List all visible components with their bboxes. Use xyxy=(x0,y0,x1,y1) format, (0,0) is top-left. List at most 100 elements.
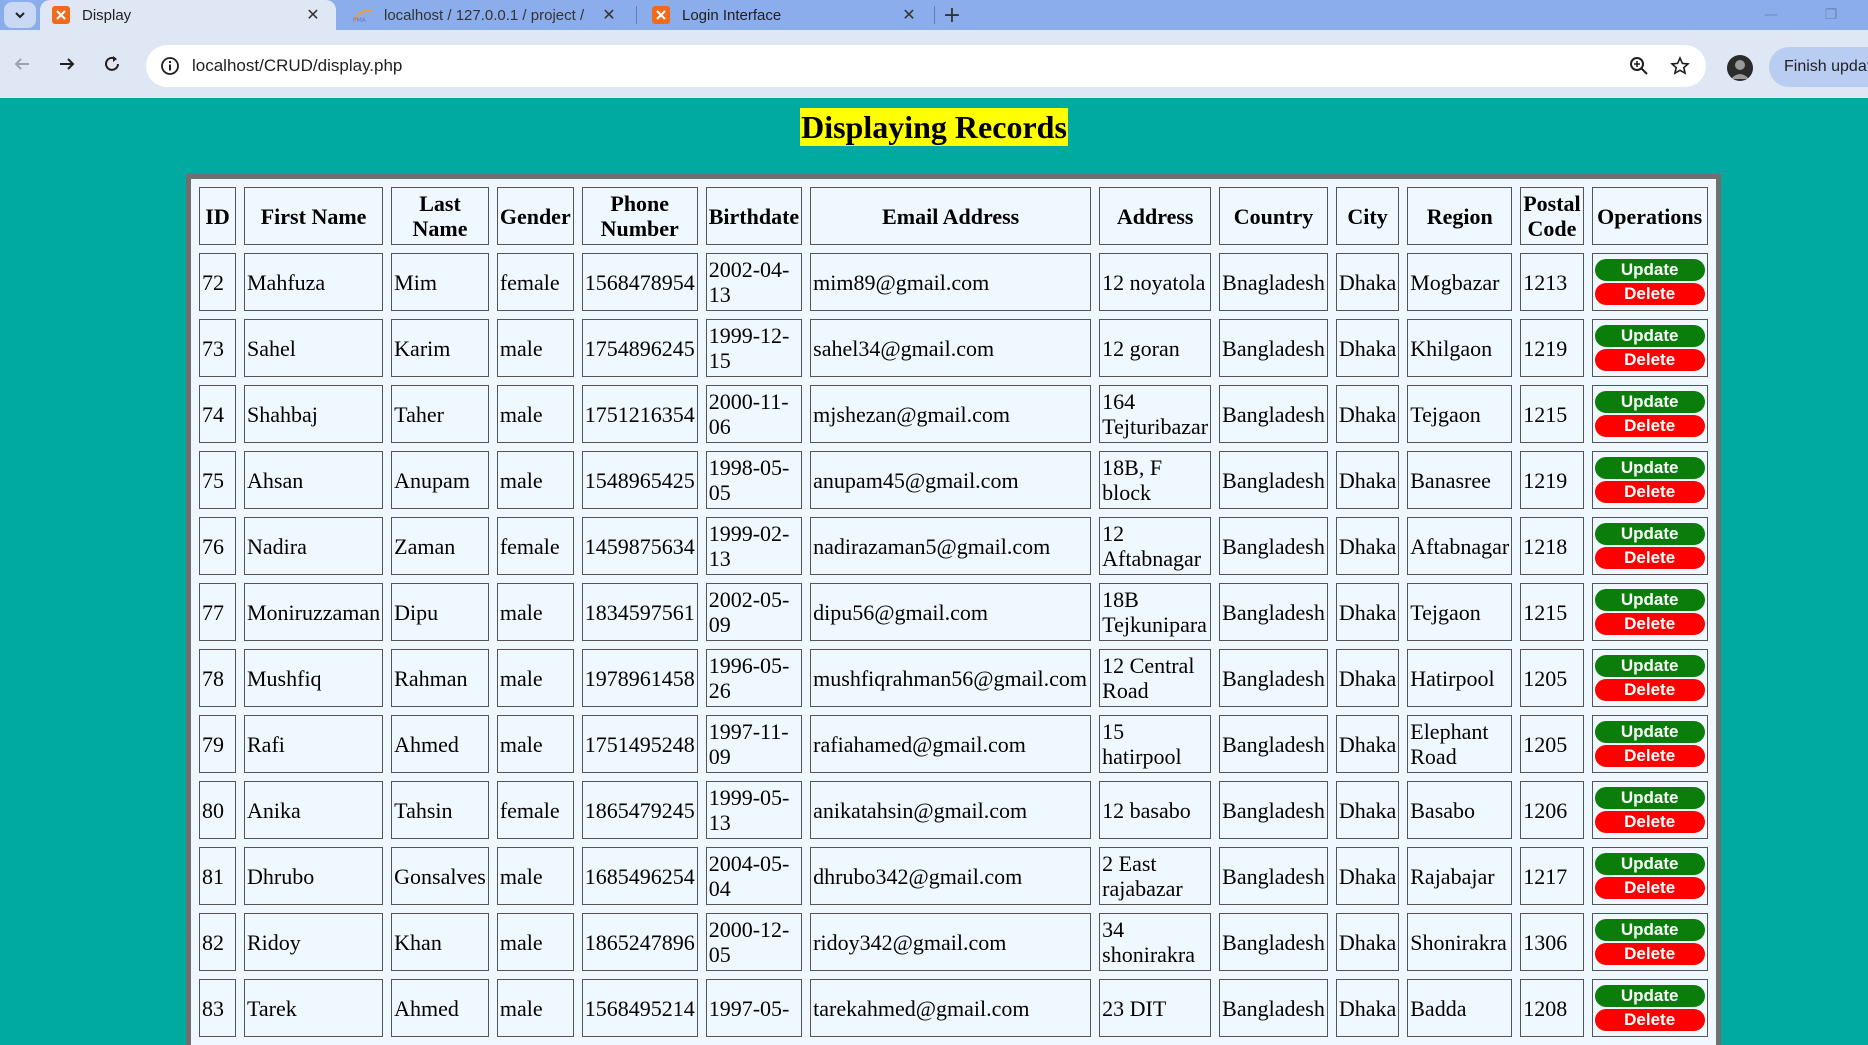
delete-button[interactable]: Delete xyxy=(1594,810,1705,833)
table-row: 82 Ridoy Khan male 1865247896 2000-12-05 ridoy… xyxy=(199,913,1708,971)
xampp-icon xyxy=(652,6,670,24)
update-button[interactable]: Update xyxy=(1594,720,1705,743)
delete-button[interactable]: Delete xyxy=(1594,678,1705,701)
cell-birthdate: 1999-02-13 xyxy=(705,517,803,575)
delete-button[interactable]: Delete xyxy=(1594,612,1705,635)
tab-display[interactable]: Display ✕ xyxy=(40,0,336,30)
cell-city: Dhaka xyxy=(1335,517,1400,575)
table-row: 80 Anika Tahsin female 1865479245 1999-05-13 a… xyxy=(199,781,1708,839)
update-button[interactable]: Update xyxy=(1594,786,1705,809)
delete-button[interactable]: Delete xyxy=(1594,876,1705,899)
url-text[interactable]: localhost/CRUD/display.php xyxy=(192,45,402,87)
update-button[interactable]: Update xyxy=(1594,522,1705,545)
update-button[interactable]: Update xyxy=(1594,654,1705,677)
cell-id: 80 xyxy=(199,781,236,839)
cell-city: Dhaka xyxy=(1335,913,1400,971)
column-header-id: ID xyxy=(199,187,236,245)
cell-phone: 1865479245 xyxy=(581,781,698,839)
cell-region: Badda xyxy=(1407,979,1513,1037)
column-header-country: Country xyxy=(1219,187,1328,245)
cell-gender: male xyxy=(496,385,574,443)
cell-gender: male xyxy=(496,451,574,509)
table-header-row: ID First Name Last Name Gender Phone Num… xyxy=(199,187,1708,245)
maximize-button[interactable]: ❐ xyxy=(1806,0,1856,30)
bookmark-star-icon[interactable] xyxy=(1669,55,1691,77)
tab-phpmyadmin[interactable]: PMA localhost / 127.0.0.1 / project / ✕ xyxy=(340,0,632,30)
phpmyadmin-icon: PMA xyxy=(352,6,374,24)
delete-button[interactable]: Delete xyxy=(1594,480,1705,503)
cell-region: Rajabajar xyxy=(1407,847,1513,905)
minimize-button[interactable]: — xyxy=(1746,0,1796,30)
table-row: 76 Nadira Zaman female 1459875634 1999-02-13 n… xyxy=(199,517,1708,575)
delete-button[interactable]: Delete xyxy=(1594,414,1705,437)
update-button[interactable]: Update xyxy=(1594,918,1705,941)
table-row: 83 Tarek Ahmed male 1568495214 1997-05- tareka… xyxy=(199,979,1708,1037)
tab-login-interface[interactable]: Login Interface ✕ xyxy=(640,0,932,30)
cell-operations: Update Delete xyxy=(1591,913,1708,971)
finish-update-button[interactable]: Finish update xyxy=(1769,47,1868,87)
tab-search-button[interactable] xyxy=(4,2,36,28)
delete-button[interactable]: Delete xyxy=(1594,744,1705,767)
cell-birthdate: 1997-11-09 xyxy=(705,715,803,773)
cell-id: 76 xyxy=(199,517,236,575)
cell-birthdate: 1998-05-05 xyxy=(705,451,803,509)
column-header-city: City xyxy=(1335,187,1400,245)
delete-button[interactable]: Delete xyxy=(1594,546,1705,569)
site-info-icon[interactable] xyxy=(160,56,180,76)
delete-button[interactable]: Delete xyxy=(1594,282,1705,305)
update-button[interactable]: Update xyxy=(1594,258,1705,281)
zoom-icon[interactable] xyxy=(1628,55,1650,77)
cell-country: Bangladesh xyxy=(1219,319,1328,377)
cell-address: 2 East rajabazar xyxy=(1099,847,1212,905)
reload-icon xyxy=(105,56,119,71)
cell-postal-code: 1219 xyxy=(1520,451,1584,509)
update-button[interactable]: Update xyxy=(1594,456,1705,479)
cell-operations: Update Delete xyxy=(1591,781,1708,839)
delete-button[interactable]: Delete xyxy=(1594,348,1705,371)
cell-address: 12 Aftabnagar xyxy=(1099,517,1212,575)
update-button[interactable]: Update xyxy=(1594,984,1705,1007)
close-icon[interactable]: ✕ xyxy=(900,6,918,24)
address-bar[interactable]: localhost/CRUD/display.php xyxy=(146,45,1706,87)
cell-gender: male xyxy=(496,583,574,641)
reload-button[interactable] xyxy=(99,51,125,77)
browser-chrome: Display ✕ PMA localhost / 127.0.0.1 / pr… xyxy=(0,0,1868,98)
cell-address: 18B Tejkunipara xyxy=(1099,583,1212,641)
cell-birthdate: 2000-12-05 xyxy=(705,913,803,971)
cell-birthdate: 1999-12-15 xyxy=(705,319,803,377)
arrow-right-icon xyxy=(60,58,75,70)
delete-button[interactable]: Delete xyxy=(1594,942,1705,965)
cell-first-name: Sahel xyxy=(244,319,384,377)
delete-button[interactable]: Delete xyxy=(1594,1008,1705,1031)
back-button[interactable] xyxy=(9,51,35,77)
update-button[interactable]: Update xyxy=(1594,588,1705,611)
close-icon[interactable]: ✕ xyxy=(304,6,322,24)
cell-birthdate: 2002-04-13 xyxy=(705,253,803,311)
cell-phone: 1548965425 xyxy=(581,451,698,509)
cell-gender: male xyxy=(496,847,574,905)
cell-region: Khilgaon xyxy=(1407,319,1513,377)
update-button[interactable]: Update xyxy=(1594,390,1705,413)
cell-address: 164 Tejturibazar xyxy=(1099,385,1212,443)
cell-address: 18B, F block xyxy=(1099,451,1212,509)
new-tab-button[interactable]: + xyxy=(940,3,964,28)
cell-city: Dhaka xyxy=(1335,319,1400,377)
cell-first-name: Nadira xyxy=(244,517,384,575)
column-header-operations: Operations xyxy=(1591,187,1708,245)
cell-address: 23 DIT xyxy=(1099,979,1212,1037)
cell-postal-code: 1219 xyxy=(1520,319,1584,377)
cell-address: 12 Central Road xyxy=(1099,649,1212,707)
update-button[interactable]: Update xyxy=(1594,852,1705,875)
tab-label: Login Interface xyxy=(682,6,782,24)
cell-email: rafiahamed@gmail.com xyxy=(810,715,1092,773)
update-button[interactable]: Update xyxy=(1594,324,1705,347)
cell-id: 73 xyxy=(199,319,236,377)
page-title: Displaying Records xyxy=(800,108,1068,146)
cell-city: Dhaka xyxy=(1335,583,1400,641)
cell-phone: 1459875634 xyxy=(581,517,698,575)
profile-avatar[interactable] xyxy=(1727,55,1753,81)
forward-button[interactable] xyxy=(54,51,80,77)
cell-city: Dhaka xyxy=(1335,847,1400,905)
close-icon[interactable]: ✕ xyxy=(600,6,618,24)
cell-postal-code: 1218 xyxy=(1520,517,1584,575)
